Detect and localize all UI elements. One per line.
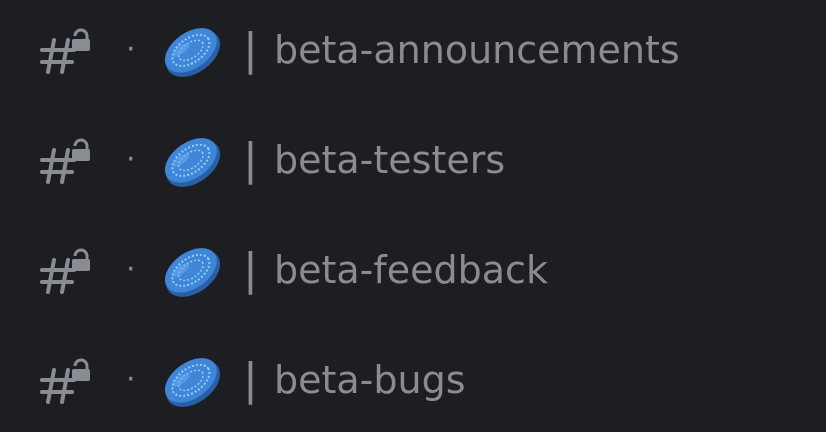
locked-hash-icon (40, 28, 90, 74)
channel-dot: · (126, 362, 136, 397)
channel-row-beta-announcements[interactable]: · | beta-announcements (0, 10, 826, 90)
channel-dot: · (126, 142, 136, 177)
channel-separator: | (243, 354, 258, 405)
channel-dot: · (126, 32, 136, 67)
channel-name: beta-announcements (274, 28, 680, 72)
flying-disc-emoji (164, 248, 221, 297)
channel-separator: | (243, 244, 258, 295)
channel-list: · | beta-announcements · | beta-testers … (0, 0, 826, 432)
flying-disc-emoji (164, 358, 221, 407)
channel-name: beta-testers (274, 138, 506, 182)
locked-hash-icon (40, 248, 90, 294)
channel-separator: | (243, 24, 258, 75)
channel-separator: | (243, 134, 258, 185)
locked-hash-icon (40, 358, 90, 404)
channel-row-beta-feedback[interactable]: · | beta-feedback (0, 230, 826, 310)
flying-disc-emoji (164, 28, 221, 77)
channel-dot: · (126, 252, 136, 287)
channel-row-beta-bugs[interactable]: · | beta-bugs (0, 340, 826, 420)
flying-disc-emoji (164, 138, 221, 187)
locked-hash-icon (40, 138, 90, 184)
channel-name: beta-feedback (274, 248, 548, 292)
channel-name: beta-bugs (274, 358, 466, 402)
channel-row-beta-testers[interactable]: · | beta-testers (0, 120, 826, 200)
